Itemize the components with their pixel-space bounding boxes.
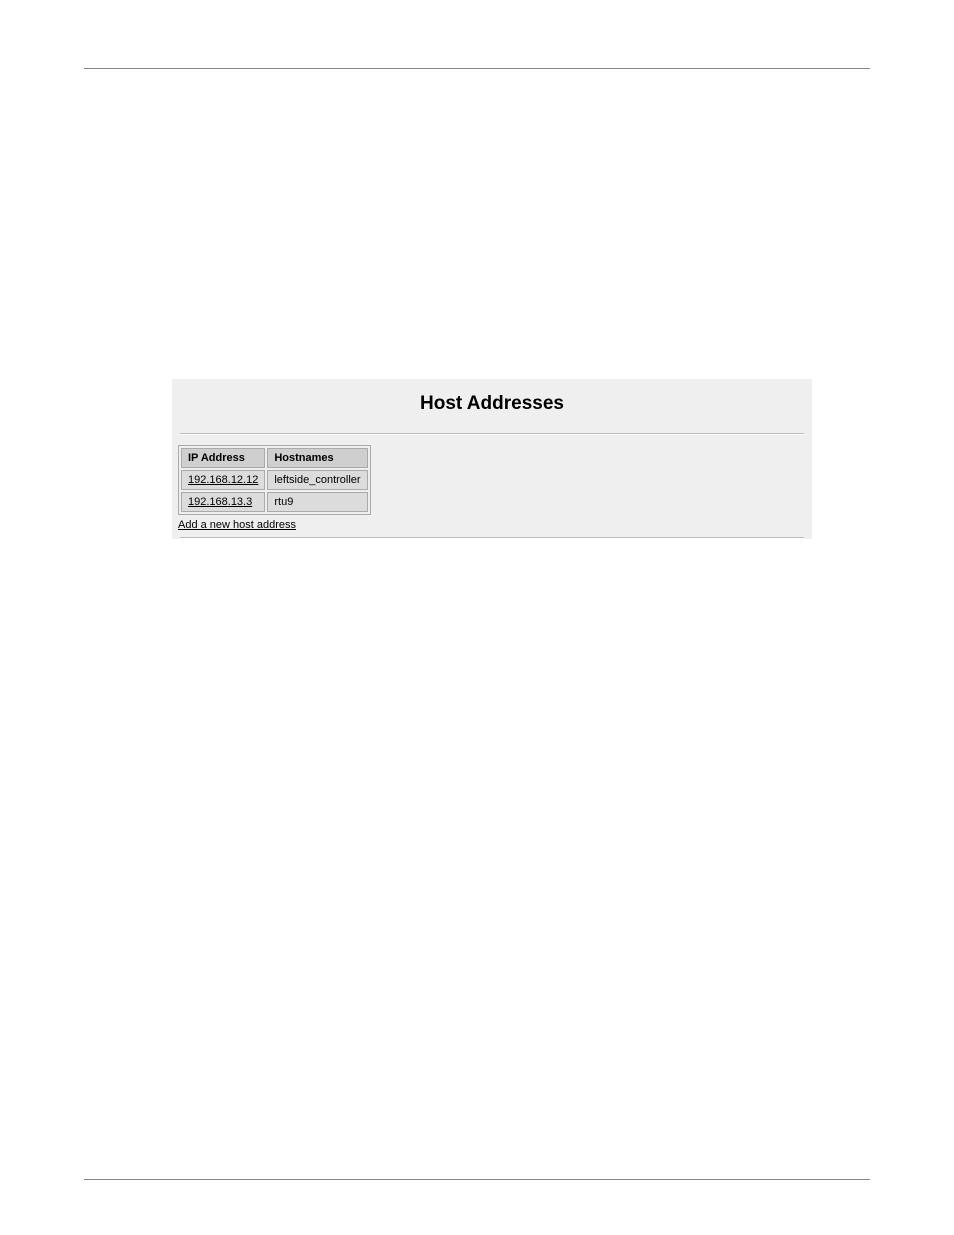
add-host-link[interactable]: Add a new host address <box>178 519 296 531</box>
cell-hostname: rtu9 <box>267 492 367 512</box>
top-divider <box>84 68 870 69</box>
col-header-ip: IP Address <box>181 448 265 468</box>
cell-ip: 192.168.12.12 <box>181 470 265 490</box>
host-addresses-table: IP Address Hostnames 192.168.12.12 lefts… <box>178 445 371 515</box>
panel-title: Host Addresses <box>172 379 812 433</box>
col-header-hostnames: Hostnames <box>267 448 367 468</box>
ip-link[interactable]: 192.168.12.12 <box>188 474 258 486</box>
table-row: 192.168.13.3 rtu9 <box>181 492 368 512</box>
cell-ip: 192.168.13.3 <box>181 492 265 512</box>
panel-divider-bottom <box>180 537 804 539</box>
table-header-row: IP Address Hostnames <box>181 448 368 468</box>
cell-hostname: leftside_controller <box>267 470 367 490</box>
bottom-divider <box>84 1179 870 1180</box>
ip-link[interactable]: 192.168.13.3 <box>188 496 252 508</box>
table-row: 192.168.12.12 leftside_controller <box>181 470 368 490</box>
host-addresses-panel: Host Addresses IP Address Hostnames 192.… <box>172 379 812 539</box>
panel-divider-top <box>180 433 804 435</box>
